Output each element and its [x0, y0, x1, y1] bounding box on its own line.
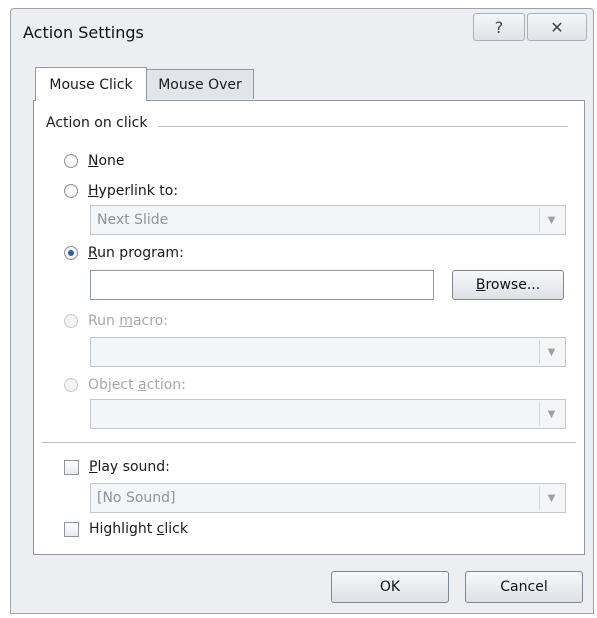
play-sound-checkbox[interactable]: Play sound:	[64, 459, 170, 475]
radio-object-action-circle[interactable]	[64, 378, 78, 392]
dialog-title: Action Settings	[23, 23, 144, 42]
help-icon: ?	[494, 17, 504, 37]
radio-hyperlink-label: Hyperlink to:	[88, 183, 179, 199]
run-program-input[interactable]	[90, 270, 434, 300]
radio-run-macro-label: Run macro:	[88, 313, 168, 329]
tab-mouse-click[interactable]: Mouse Click	[35, 67, 147, 101]
tab-mouse-click-label: Mouse Click	[49, 76, 133, 93]
tab-mouse-over[interactable]: Mouse Over	[146, 69, 254, 99]
radio-hyperlink-circle[interactable]	[64, 184, 78, 198]
chevron-down-icon[interactable]: ▼	[539, 486, 563, 510]
group-divider	[158, 126, 568, 127]
radio-run-macro-circle[interactable]	[64, 314, 78, 328]
radio-run-program[interactable]: Run program:	[64, 245, 184, 261]
action-settings-dialog: Action Settings ? ✕ Mouse Click Mouse Ov…	[10, 8, 594, 614]
radio-object-action[interactable]: Object action:	[64, 377, 186, 393]
hyperlink-dropdown-value: Next Slide	[97, 212, 169, 228]
play-sound-box[interactable]	[64, 459, 79, 475]
highlight-click-box[interactable]	[64, 521, 79, 537]
radio-run-macro[interactable]: Run macro:	[64, 313, 168, 329]
radio-run-program-label: Run program:	[88, 245, 184, 261]
cancel-button[interactable]: Cancel	[465, 571, 583, 603]
play-sound-label: Play sound:	[89, 459, 170, 475]
browse-button-label: Browse...	[475, 277, 541, 293]
chevron-down-icon[interactable]: ▼	[539, 402, 563, 426]
object-action-dropdown[interactable]: ▼	[90, 399, 566, 429]
tab-panel: Action on click None Hyperlink to: Next …	[33, 100, 585, 555]
radio-none-circle[interactable]	[64, 154, 78, 168]
radio-none-label: None	[88, 153, 125, 169]
sound-dropdown-value: [No Sound]	[97, 490, 176, 506]
highlight-click-checkbox[interactable]: Highlight click	[64, 521, 188, 537]
run-macro-dropdown[interactable]: ▼	[90, 337, 566, 367]
section-divider	[42, 442, 576, 443]
title-bar: Action Settings ? ✕	[11, 9, 593, 53]
ok-button[interactable]: OK	[331, 571, 449, 603]
highlight-click-label: Highlight click	[89, 521, 188, 537]
close-button[interactable]: ✕	[527, 13, 587, 41]
help-button[interactable]: ?	[473, 13, 525, 41]
radio-run-program-circle[interactable]	[64, 246, 78, 260]
chevron-down-icon[interactable]: ▼	[539, 208, 563, 232]
radio-none[interactable]: None	[64, 153, 125, 169]
tab-mouse-over-label: Mouse Over	[158, 76, 242, 93]
hyperlink-dropdown[interactable]: Next Slide ▼	[90, 205, 566, 235]
radio-object-action-label: Object action:	[88, 377, 186, 393]
close-icon: ✕	[550, 17, 564, 37]
radio-hyperlink[interactable]: Hyperlink to:	[64, 183, 178, 199]
chevron-down-icon[interactable]: ▼	[539, 340, 563, 364]
action-group-label: Action on click	[46, 115, 148, 131]
sound-dropdown[interactable]: [No Sound] ▼	[90, 483, 566, 513]
browse-button[interactable]: Browse...	[452, 270, 564, 300]
